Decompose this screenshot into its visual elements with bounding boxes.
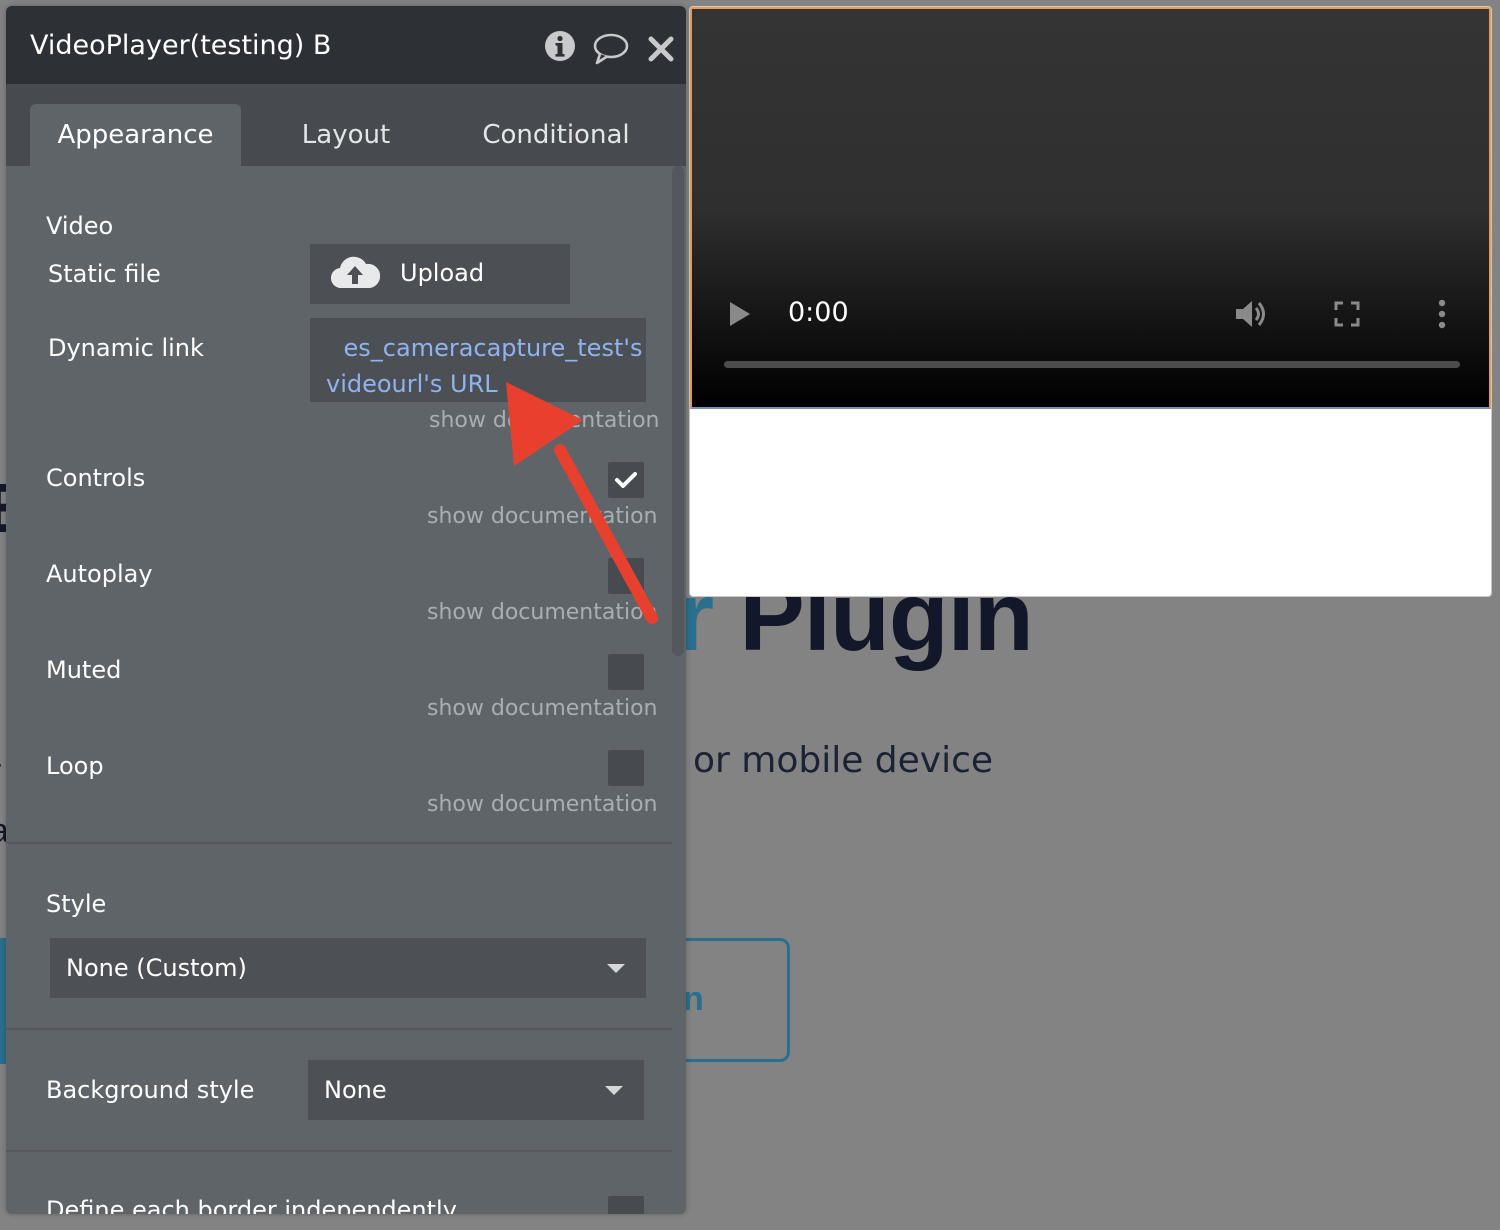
video-section-label: Video: [46, 212, 114, 240]
background-style-dropdown-value: None: [324, 1076, 387, 1104]
video-player-element[interactable]: 0:00: [689, 6, 1492, 597]
muted-show-documentation[interactable]: show documentation: [427, 696, 657, 721]
video-time: 0:00: [788, 297, 849, 328]
fullscreen-icon[interactable]: [1334, 301, 1360, 327]
panel-header: VideoPlayer(testing) B: [6, 6, 686, 84]
play-icon[interactable]: [728, 301, 752, 327]
controls-label: Controls: [46, 464, 146, 492]
autoplay-show-documentation[interactable]: show documentation: [427, 600, 657, 625]
static-file-label: Static file: [48, 260, 161, 288]
border-independent-label: Define each border independently: [46, 1196, 457, 1214]
volume-icon[interactable]: [1234, 299, 1268, 329]
muted-label: Muted: [46, 656, 122, 684]
muted-checkbox[interactable]: [608, 654, 644, 690]
dynamic-link-field[interactable]: es_cameracapture_test's videourl's URL: [310, 318, 646, 402]
loop-checkbox[interactable]: [608, 750, 644, 786]
video-frame[interactable]: 0:00: [690, 7, 1491, 409]
style-dropdown[interactable]: None (Custom): [50, 938, 646, 998]
dynamic-link-label: Dynamic link: [48, 334, 204, 362]
tab-conditional[interactable]: Conditional: [456, 104, 656, 166]
tabs-bar: Appearance Layout Conditional: [6, 84, 686, 166]
chevron-down-icon: [607, 964, 625, 973]
tab-layout[interactable]: Layout: [246, 104, 446, 166]
dynamic-link-value: es_cameracapture_test's videourl's URL: [310, 330, 646, 402]
dynamic-link-show-documentation[interactable]: show documentation: [429, 408, 659, 433]
loop-show-documentation[interactable]: show documentation: [427, 792, 657, 817]
dynamic-link-value-line2: videourl's URL: [326, 370, 498, 398]
style-dropdown-value: None (Custom): [66, 954, 247, 982]
section-divider: [6, 1028, 672, 1030]
property-editor-panel: VideoPlayer(testing) B Appearance Layout…: [6, 6, 686, 1214]
autoplay-checkbox[interactable]: [608, 558, 644, 594]
chevron-down-icon: [605, 1086, 623, 1095]
background-cta-button-text: n: [683, 980, 704, 1018]
video-progress-bar[interactable]: [724, 361, 1460, 368]
controls-checkbox[interactable]: [608, 462, 644, 498]
style-label: Style: [46, 890, 107, 918]
info-icon[interactable]: [544, 30, 576, 62]
panel-title: VideoPlayer(testing) B: [30, 30, 332, 61]
background-text-fragment: r: [0, 752, 1, 791]
section-divider: [6, 842, 672, 844]
controls-show-documentation[interactable]: show documentation: [427, 504, 657, 529]
comment-icon[interactable]: [592, 32, 630, 66]
autoplay-label: Autoplay: [46, 560, 153, 588]
close-icon[interactable]: [648, 36, 674, 62]
checkmark-icon: [615, 472, 637, 488]
background-style-dropdown[interactable]: None: [308, 1060, 644, 1120]
border-independent-checkbox[interactable]: [608, 1196, 644, 1214]
loop-label: Loop: [46, 752, 104, 780]
section-divider: [6, 1150, 672, 1152]
more-options-icon[interactable]: [1438, 299, 1446, 329]
upload-button[interactable]: Upload: [310, 244, 570, 304]
background-subtitle: or mobile device: [693, 740, 994, 781]
background-style-label: Background style: [46, 1076, 255, 1104]
cloud-upload-icon: [331, 256, 380, 289]
panel-scrollbar[interactable]: [672, 166, 684, 656]
dynamic-link-value-line1: es_cameracapture_test's: [343, 334, 643, 362]
tab-appearance[interactable]: Appearance: [30, 104, 241, 166]
upload-button-label: Upload: [400, 259, 485, 287]
